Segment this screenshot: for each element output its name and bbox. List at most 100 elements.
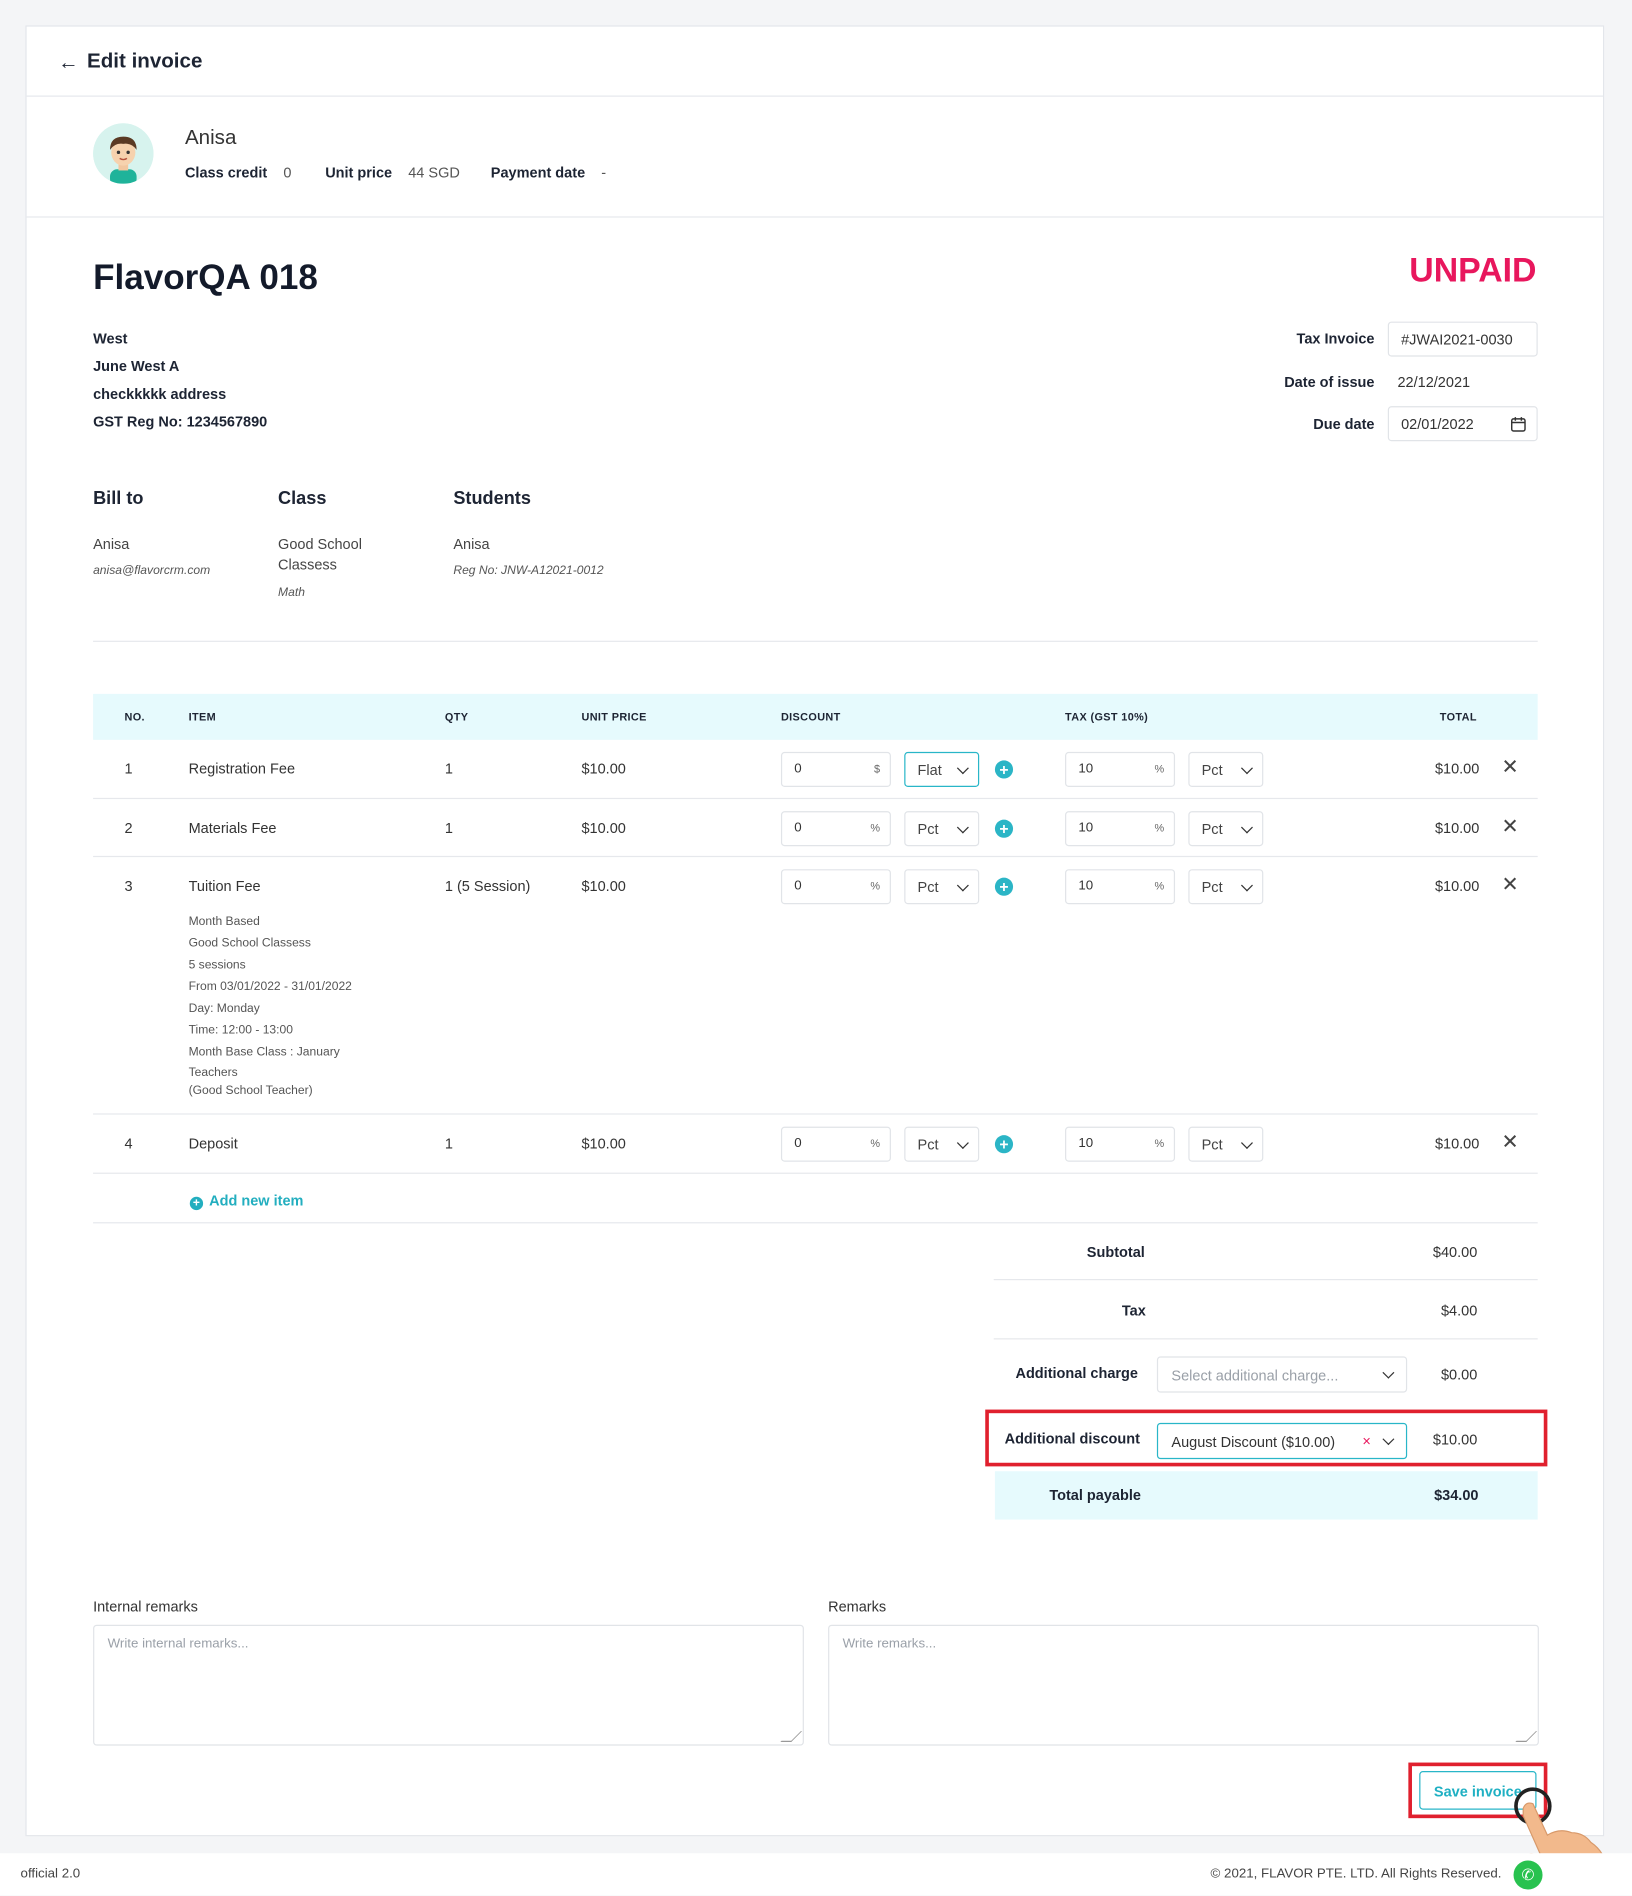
page: ← Edit invoice Anisa Class credit 0 Unit… [0,0,1632,1896]
row-no: 2 [124,819,133,837]
row-unit-price: $10.00 [581,760,626,778]
row-qty: 1 (5 Session) [444,877,531,895]
tax-type-select[interactable]: Pct [1188,751,1264,787]
add-discount-icon[interactable]: + [994,877,1014,896]
row-total: $10.00 [1434,877,1480,895]
total-payable-row: Total payable $34.00 [994,1471,1538,1520]
date-issue-value: 22/12/2021 [1397,373,1471,391]
discount-type-value: Pct [917,1136,939,1154]
discount-value: 0 [794,761,802,777]
bill-to-name: Anisa [93,535,130,553]
add-discount-icon[interactable]: + [994,1135,1014,1154]
resize-handle-icon[interactable] [780,1731,803,1743]
discount-type-select[interactable]: Flat [904,751,980,787]
discount-type-select[interactable]: Pct [904,811,980,847]
discount-type-select[interactable]: Pct [904,1126,980,1162]
detail-line: Month Based [188,915,260,929]
tax-input[interactable]: 10% [1065,751,1176,787]
page-title: Edit invoice [87,49,203,73]
row-item: Deposit [188,1135,238,1153]
col-no: NO. [124,710,145,723]
discount-value: 0 [794,878,802,894]
tax-type-select[interactable]: Pct [1188,1126,1264,1162]
tax-type-select[interactable]: Pct [1188,811,1264,847]
plus-circle-icon: + [189,1196,204,1211]
chevron-down-icon [1240,1137,1253,1149]
row-unit-price: $10.00 [581,819,626,837]
remarks-label: Remarks [828,1598,887,1616]
class-name: Good School Classess [278,535,362,574]
discount-input[interactable]: 0 $ [780,751,891,787]
internal-remarks-placeholder: Write internal remarks... [107,1636,249,1652]
address-line-3: checkkkkk address [93,385,227,403]
row-total: $10.00 [1434,760,1480,778]
whatsapp-icon[interactable]: ✆ [1513,1860,1543,1890]
status-badge: UNPAID [1409,251,1537,289]
remove-row-icon[interactable]: ✕ [1501,756,1518,780]
calendar-icon[interactable] [1510,416,1527,433]
add-discount-icon[interactable]: + [994,819,1014,838]
copyright-text: © 2021, FLAVOR PTE. LTD. All Rights Rese… [1210,1866,1502,1882]
tax-input[interactable]: 10% [1065,869,1176,905]
add-discount-icon[interactable]: + [994,760,1014,779]
remove-row-icon[interactable]: ✕ [1501,1130,1518,1154]
chevron-down-icon [956,1137,969,1149]
internal-remarks-input[interactable]: Write internal remarks... [93,1624,804,1746]
payment-date-value: - [601,164,607,182]
detail-line: Good School Classess [188,936,311,951]
row-qty: 1 [444,819,453,837]
tax-input[interactable]: 10% [1065,1126,1176,1162]
discount-input[interactable]: 0% [780,811,891,847]
due-date-field[interactable]: 02/01/2022 [1387,406,1538,442]
back-arrow-icon[interactable]: ← [58,51,79,75]
tax-suffix: % [1154,880,1165,893]
tax-input[interactable]: 10% [1065,811,1176,847]
add-new-item-label: Add new item [209,1191,304,1209]
resize-handle-icon[interactable] [1515,1731,1538,1743]
tax-value: 10 [1078,820,1094,836]
discount-type-value: Flat [917,761,942,779]
col-discount: DISCOUNT [780,710,841,723]
tax-type-value: Pct [1201,1136,1223,1154]
tax-type-select[interactable]: Pct [1188,869,1264,905]
table-row: 3 Tuition Fee 1 (5 Session) $10.00 0% Pc… [93,857,1538,1115]
remove-row-icon[interactable]: ✕ [1501,815,1518,839]
payment-date: Payment date - [491,164,606,181]
tax-label: Tax [1121,1301,1146,1319]
row-no: 4 [124,1135,133,1153]
discount-type-select[interactable]: Pct [904,869,980,905]
discount-input[interactable]: 0% [780,869,891,905]
invoice-title: FlavorQA 018 [93,258,318,298]
students-name: Anisa [453,535,490,553]
subtotal-label: Subtotal [1086,1243,1145,1261]
additional-charge-select[interactable]: Select additional charge... [1156,1356,1408,1393]
internal-remarks-label: Internal remarks [93,1598,198,1616]
tax-value: $4.00 [1440,1301,1478,1319]
row-total: $10.00 [1434,1135,1480,1153]
discount-type-value: Pct [917,878,939,896]
row-qty: 1 [444,760,453,778]
tax-invoice-field[interactable]: #JWAI2021-0030 [1387,321,1538,357]
class-subject: Math [278,586,305,600]
discount-type-value: Pct [917,820,939,838]
row-item: Registration Fee [188,760,296,778]
items-table-header: NO. ITEM QTY UNIT PRICE DISCOUNT TAX (GS… [93,693,1538,740]
add-new-item-button[interactable]: + Add new item [189,1191,304,1211]
page-header: ← Edit invoice [26,27,1603,97]
remove-row-icon[interactable]: ✕ [1501,873,1518,897]
avatar [93,123,154,184]
row-unit-price: $10.00 [581,1135,626,1153]
student-profile: Anisa Class credit 0 Unit price 44 SGD P… [26,97,1603,218]
bill-to-heading: Bill to [93,488,144,509]
detail-line: Month Base Class : January [188,1045,340,1059]
additional-charge-label: Additional charge [1015,1364,1138,1382]
remarks-input[interactable]: Write remarks... [828,1624,1539,1746]
date-issue-label: Date of issue [1284,373,1375,391]
discount-input[interactable]: 0% [780,1126,891,1162]
due-date-value: 02/01/2022 [1401,415,1474,433]
discount-suffix: % [870,822,881,835]
additional-charge-placeholder: Select additional charge... [1171,1367,1339,1385]
footer: official 2.0 © 2021, FLAVOR PTE. LTD. Al… [0,1853,1632,1896]
col-total: TOTAL [1439,710,1477,723]
class-credit-value: 0 [283,164,292,182]
